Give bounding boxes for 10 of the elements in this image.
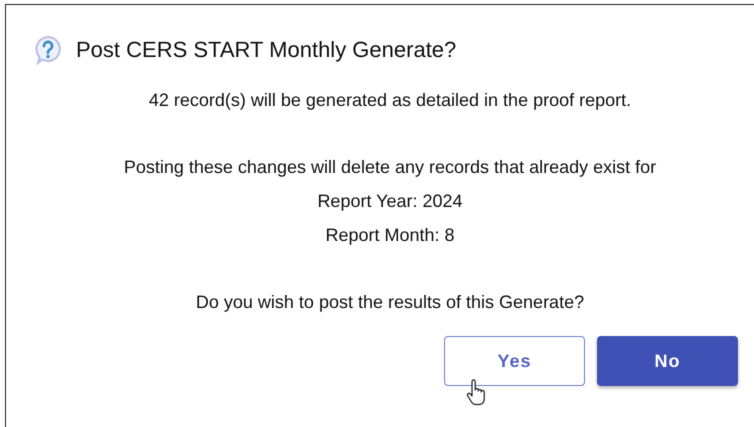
- dialog-title: Post CERS START Monthly Generate?: [76, 37, 456, 63]
- message-text: Report Year: 2024: [317, 190, 463, 213]
- help-icon: [34, 35, 62, 65]
- no-button[interactable]: No: [597, 336, 738, 386]
- message-text: Report Month: 8: [325, 224, 455, 247]
- yes-button[interactable]: Yes: [444, 336, 585, 386]
- message-text: Posting these changes will delete any records that already exist for: [124, 156, 656, 179]
- pointer-hand-icon: [466, 379, 488, 407]
- question-text: Do you wish to post the results of this Generate?: [196, 291, 584, 314]
- message-text: 42 record(s) will be generated as detailed in the proof report.: [148, 89, 632, 112]
